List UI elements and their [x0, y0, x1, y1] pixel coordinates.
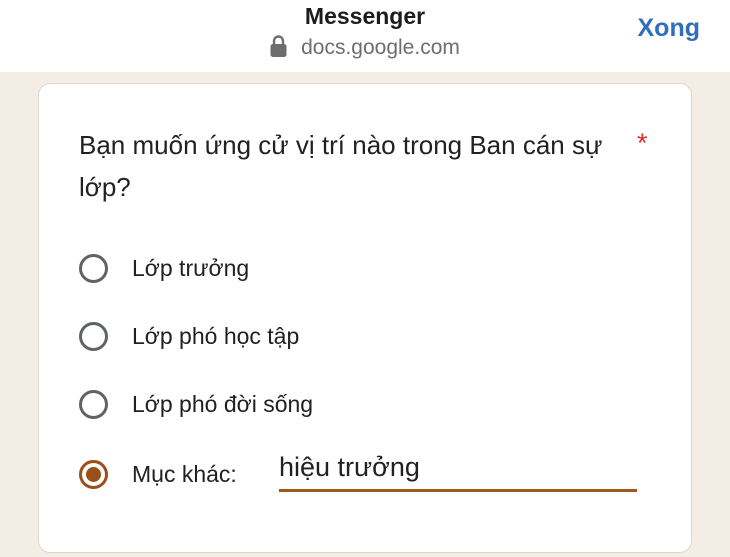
required-asterisk: * [637, 128, 648, 158]
radio-button[interactable] [79, 253, 108, 283]
url-text: docs.google.com [301, 36, 460, 59]
other-text-input[interactable]: hiệu trưởng [279, 452, 637, 492]
option-label: Lớp phó học tập [132, 322, 300, 349]
option-label: Mục khác: [132, 460, 237, 487]
radio-button[interactable] [79, 389, 108, 419]
option-lop-pho-doi-song[interactable]: Lớp phó đời sống [79, 384, 313, 424]
question-title: Bạn muốn ứng cử vị trí nào trong Ban cán… [79, 130, 603, 202]
option-label: Lớp phó đời sống [132, 390, 314, 417]
other-input-value: hiệu trưởng [279, 452, 420, 482]
option-label: Lớp trưởng [132, 254, 250, 281]
option-lop-truong[interactable]: Lớp trưởng [79, 248, 249, 288]
radio-button[interactable] [79, 321, 108, 351]
url-bar[interactable]: docs.google.com [0, 34, 730, 60]
done-button[interactable]: Xong [638, 14, 701, 43]
browser-header: Messenger docs.google.com Xong [0, 0, 730, 72]
question-card: Bạn muốn ứng cử vị trí nào trong Ban cán… [38, 83, 692, 553]
option-lop-pho-hoc-tap[interactable]: Lớp phó học tập [79, 316, 299, 356]
radio-button-selected[interactable] [79, 459, 108, 489]
app-title: Messenger [304, 3, 426, 29]
option-muc-khac[interactable]: Mục khác: [79, 454, 237, 494]
lock-icon [270, 35, 287, 57]
